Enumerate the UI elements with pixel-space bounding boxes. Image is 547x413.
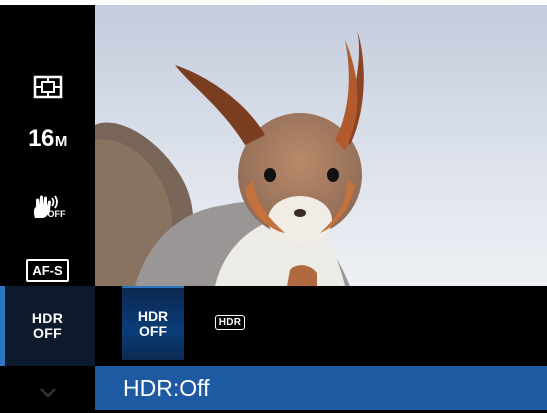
hdr-icon: HDR [214, 314, 246, 330]
live-preview [95, 5, 547, 286]
metering-button[interactable] [0, 58, 95, 116]
focus-mode-label: AF-S [26, 258, 69, 282]
hdr-off-option[interactable]: HDR OFF [122, 286, 184, 360]
stabilizer-button[interactable]: OFF [0, 178, 95, 236]
hdr-off-line2: OFF [139, 323, 167, 339]
metering-icon [33, 75, 62, 99]
stabilizer-off-icon: OFF [30, 194, 66, 220]
hdr-label-line2: OFF [33, 325, 62, 341]
status-text: HDR:Off [123, 374, 210, 401]
chevron-down-icon [39, 388, 56, 398]
settings-rail: 16M OFF AF-S HDR OFF [0, 5, 95, 410]
hdr-option-strip: HDR OFF HDR [95, 286, 547, 366]
resolution-label: 16M [28, 125, 67, 153]
hdr-menu-item[interactable]: HDR OFF [0, 286, 95, 366]
resolution-value: 16 [28, 125, 54, 152]
status-bar: HDR:Off [95, 366, 547, 410]
squirrel-preview-image [95, 5, 547, 286]
hdr-off-line1: HDR [137, 308, 169, 324]
resolution-button[interactable]: 16M [0, 110, 95, 168]
resolution-unit: M [54, 133, 68, 150]
hdr-label: HDR OFF [32, 311, 63, 341]
hdr-on-option[interactable]: HDR [205, 286, 255, 358]
hdr-label-line1: HDR [31, 310, 64, 326]
hdr-off-option-label: HDR OFF [138, 309, 168, 339]
stabilizer-off-label: OFF [47, 209, 66, 219]
scroll-down-button[interactable] [0, 373, 95, 413]
